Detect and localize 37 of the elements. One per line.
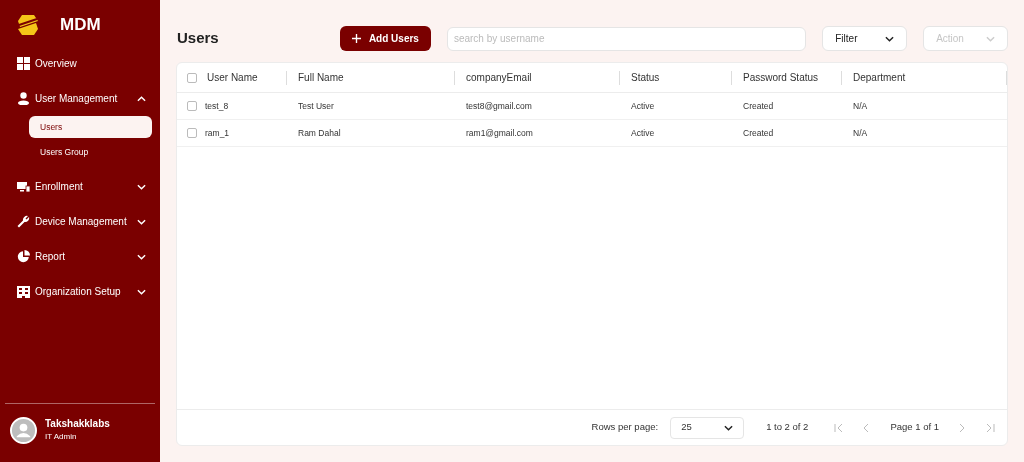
add-users-button[interactable]: Add Users	[339, 26, 431, 51]
page-indicator: Page 1 of 1	[890, 420, 939, 435]
table-cell: ram1@gmail.com	[466, 126, 533, 140]
user-name: Takshakklabs	[45, 417, 110, 431]
nav-group-item[interactable]: Organization Setup	[0, 274, 160, 309]
nav-group-item[interactable]: Enrollment	[0, 169, 160, 204]
table-cell: Ram Dahal	[298, 126, 341, 140]
column-header: Department	[853, 71, 906, 85]
nav-item[interactable]: Overview	[0, 46, 160, 81]
nav-group-item[interactable]: User Management	[0, 81, 160, 116]
search-field[interactable]: search by username	[446, 26, 807, 51]
table-cell: Active	[631, 126, 655, 140]
table-cell: N/A	[853, 126, 868, 140]
rows-per-page-dropdown[interactable]: 25	[670, 416, 745, 439]
user-role: IT Admin	[45, 431, 78, 443]
nav-group-item[interactable]: Report	[0, 239, 160, 274]
table-cell: Created	[743, 126, 774, 140]
column-header: Full Name	[298, 71, 344, 85]
nav-group-item[interactable]: Device Management	[0, 204, 160, 239]
table-cell: test8@gmail.com	[466, 99, 532, 113]
table-cell: Active	[631, 99, 655, 113]
filter-dropdown[interactable]: Filter	[822, 26, 908, 51]
result-range: 1 to 2 of 2	[766, 420, 809, 435]
table-cell: ram_1	[205, 126, 230, 140]
table-cell: test_8	[205, 99, 229, 113]
page-title: Users	[176, 28, 220, 49]
column-header: Status	[631, 71, 660, 85]
brand-name: MDM	[60, 14, 101, 37]
table-cell: Test User	[298, 99, 334, 113]
column-header: User Name	[207, 71, 258, 85]
table-cell: Created	[743, 99, 774, 113]
column-header: Password Status	[743, 71, 819, 85]
rows-per-page-label: Rows per page:	[591, 420, 659, 435]
table-cell: N/A	[853, 99, 868, 113]
column-header: companyEmail	[466, 71, 532, 85]
nav-subitem[interactable]: Users Group	[29, 141, 152, 163]
nav-subitem[interactable]: Users	[29, 116, 152, 138]
